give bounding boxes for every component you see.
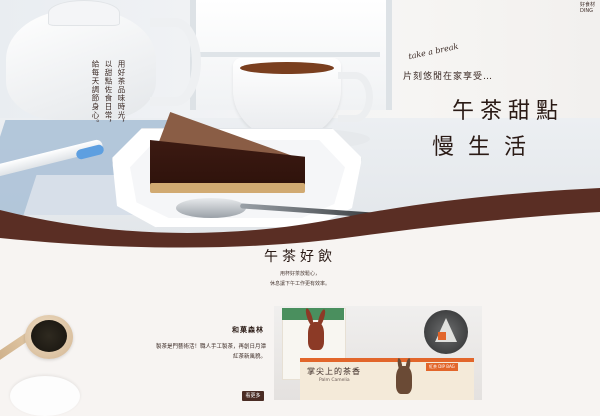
teapot-handle bbox=[150, 18, 201, 106]
product-desc-line2: 紅茶新風貌。 bbox=[232, 354, 266, 360]
section-desc-line1: 用杯好茶放鬆心， bbox=[279, 271, 320, 277]
wave-divider bbox=[0, 188, 600, 260]
teacup-handle bbox=[338, 72, 373, 122]
teabag-tag bbox=[438, 332, 446, 340]
package-label: 紅茶 DIP BAG bbox=[426, 363, 458, 371]
hero-script-text: take a break bbox=[407, 41, 460, 62]
package-english-name: Palm Camelia bbox=[319, 378, 350, 383]
hero-title-line1: 午茶甜點 bbox=[452, 99, 565, 124]
teapot-image bbox=[6, 10, 156, 120]
hero-title-line2: 慢生活 bbox=[432, 135, 541, 160]
brand-logo-line2: DING bbox=[580, 8, 593, 14]
teapot-lid bbox=[48, 0, 120, 26]
section-desc-line2: 休息讓下午工作更有效率。 bbox=[269, 281, 330, 287]
product-photo[interactable]: 掌尖上的茶香 Palm Camelia 紅茶 DIP BAG bbox=[274, 306, 482, 400]
white-bowl-image bbox=[10, 376, 80, 416]
rabbit-icon bbox=[308, 322, 324, 350]
window-frame bbox=[190, 52, 380, 57]
hero-subtitle: 片刻悠閒在家享受… bbox=[403, 72, 494, 82]
section-title: 午茶好飲 bbox=[264, 249, 336, 265]
package-name: 掌尖上的茶香 bbox=[307, 367, 361, 376]
hero-side-text-3: 給每天調節身心。 bbox=[91, 60, 100, 128]
brand-logo[interactable]: 好食材 DING bbox=[580, 2, 595, 14]
tea-leaves-image bbox=[31, 320, 67, 352]
hero-side-text-2: 以甜點佐食日常， bbox=[104, 60, 113, 128]
rabbit-icon bbox=[396, 366, 412, 394]
tea-box-stripe bbox=[282, 308, 344, 320]
hero-side-text-1: 用好茶品味時光， bbox=[117, 60, 126, 128]
product-desc-line1: 製茶是門藝術活！職人手工製茶，再創日月潭 bbox=[155, 344, 266, 350]
product-name: 和菓森林 bbox=[232, 326, 264, 334]
tea-surface bbox=[240, 62, 334, 74]
